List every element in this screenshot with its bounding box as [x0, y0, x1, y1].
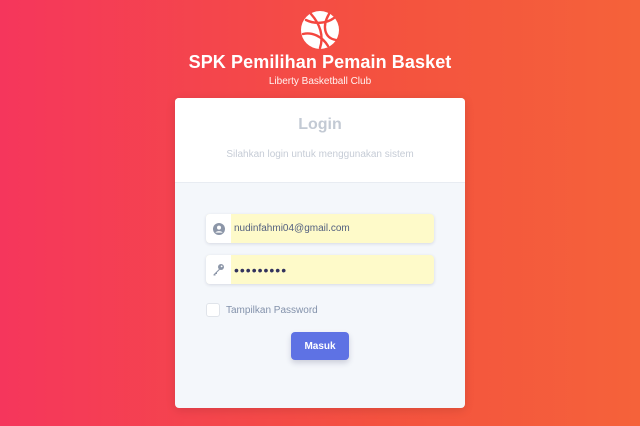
- password-input[interactable]: [231, 255, 426, 284]
- login-description: Silahkan login untuk menggunakan sistem: [226, 149, 414, 160]
- login-title: Login: [298, 116, 342, 133]
- user-circle-icon: [206, 214, 231, 243]
- key-icon: [206, 255, 231, 284]
- show-password-checkbox[interactable]: [206, 303, 220, 317]
- basketball-icon: [301, 11, 339, 50]
- show-password-row[interactable]: Tampilkan Password: [206, 303, 318, 317]
- password-field[interactable]: [206, 255, 434, 284]
- login-card: Login Silahkan login untuk menggunakan s…: [175, 98, 465, 408]
- app-subtitle: Liberty Basketball Club: [268, 76, 372, 87]
- show-password-label[interactable]: Tampilkan Password: [226, 305, 318, 316]
- login-card-header: Login Silahkan login untuk menggunakan s…: [175, 98, 465, 183]
- email-input[interactable]: [231, 214, 426, 243]
- submit-button[interactable]: Masuk: [291, 332, 349, 360]
- page-header: SPK Pemilihan Pemain Basket Liberty Bask…: [0, 10, 640, 87]
- app-title: SPK Pemilihan Pemain Basket: [188, 52, 452, 72]
- email-field[interactable]: [206, 214, 434, 243]
